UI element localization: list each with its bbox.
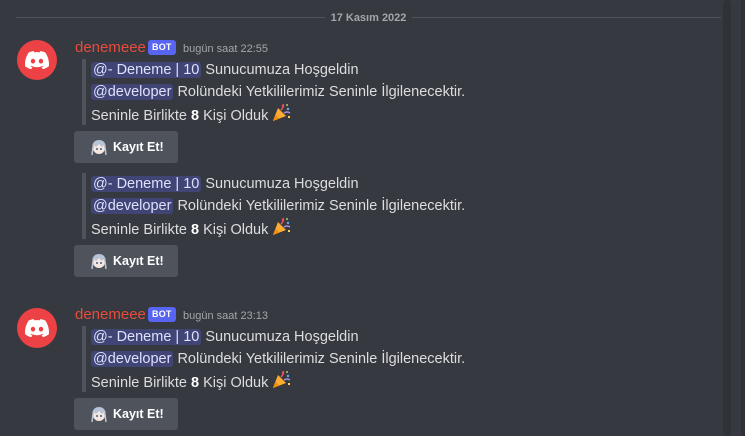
- message-timestamp: bugün saat 22:55: [183, 43, 269, 55]
- embed: @- Deneme | 10 Sunucumuza Hoşgeldin @dev…: [82, 59, 502, 125]
- bot-tag: BOT: [148, 40, 176, 55]
- avatar[interactable]: [17, 308, 57, 348]
- role-mention[interactable]: @developer: [91, 351, 174, 367]
- anime-girl-emoji-icon: [91, 254, 107, 270]
- embed-text: Rolündeki Yetkililerimiz Seninle İlgilen…: [177, 198, 466, 214]
- party-popper-icon: [273, 370, 291, 388]
- embed-text: Sunucumuza Hoşgeldin: [205, 62, 359, 78]
- discord-logo-icon: [25, 319, 49, 337]
- anime-girl-emoji-icon: [91, 140, 107, 156]
- username[interactable]: denemeee: [75, 306, 146, 324]
- button-label: Kayıt Et!: [113, 254, 164, 268]
- party-popper-icon: [273, 103, 291, 121]
- embed-line: @developer Rolündeki Yetkililerimiz Seni…: [91, 195, 502, 217]
- embed-line: @- Deneme | 10 Sunucumuza Hoşgeldin: [91, 326, 502, 348]
- chat-area: 17 Kasım 2022 denemeee BOT bugün saat 22…: [0, 0, 745, 436]
- member-count: 8: [190, 222, 200, 238]
- username[interactable]: denemeee: [75, 39, 146, 57]
- button-label: Kayıt Et!: [113, 407, 164, 421]
- role-mention[interactable]: @- Deneme | 10: [91, 329, 202, 345]
- discord-logo-icon: [25, 51, 49, 69]
- embed-text: Kişi Olduk: [203, 108, 269, 124]
- party-popper-icon: [273, 217, 291, 235]
- message-timestamp: bugün saat 23:13: [183, 310, 269, 322]
- register-button[interactable]: Kayıt Et!: [74, 131, 178, 163]
- register-button[interactable]: Kayıt Et!: [74, 398, 178, 430]
- date-divider-label: 17 Kasım 2022: [324, 10, 413, 26]
- embed-text: Kişi Olduk: [203, 375, 269, 391]
- embed-text: Seninle Birlikte: [91, 222, 187, 238]
- embed-line: @developer Rolündeki Yetkililerimiz Seni…: [91, 348, 502, 370]
- embed-line: Seninle Birlikte 8 Kişi Olduk: [91, 370, 502, 392]
- embed: @- Deneme | 10 Sunucumuza Hoşgeldin @dev…: [82, 173, 502, 239]
- embed-line: @developer Rolündeki Yetkililerimiz Seni…: [91, 81, 502, 103]
- member-count: 8: [190, 108, 200, 124]
- embed: @- Deneme | 10 Sunucumuza Hoşgeldin @dev…: [82, 326, 502, 392]
- role-mention[interactable]: @- Deneme | 10: [91, 176, 202, 192]
- embed-line: Seninle Birlikte 8 Kişi Olduk: [91, 103, 502, 125]
- role-mention[interactable]: @- Deneme | 10: [91, 62, 202, 78]
- date-divider: 17 Kasım 2022: [16, 10, 721, 26]
- role-mention[interactable]: @developer: [91, 198, 174, 214]
- anime-girl-emoji-icon: [91, 407, 107, 423]
- button-label: Kayıt Et!: [113, 140, 164, 154]
- member-count: 8: [190, 375, 200, 391]
- embed-text: Rolündeki Yetkililerimiz Seninle İlgilen…: [177, 351, 466, 367]
- embed-text: Sunucumuza Hoşgeldin: [205, 329, 359, 345]
- embed-text: Kişi Olduk: [203, 222, 269, 238]
- register-button[interactable]: Kayıt Et!: [74, 245, 178, 277]
- scrollbar-edge: [741, 0, 745, 436]
- embed-line: @- Deneme | 10 Sunucumuza Hoşgeldin: [91, 173, 502, 195]
- embed-text: Seninle Birlikte: [91, 108, 187, 124]
- embed-text: Seninle Birlikte: [91, 375, 187, 391]
- bot-tag: BOT: [148, 307, 176, 322]
- avatar[interactable]: [17, 40, 57, 80]
- embed-text: Rolündeki Yetkililerimiz Seninle İlgilen…: [177, 84, 466, 100]
- role-mention[interactable]: @developer: [91, 84, 174, 100]
- embed-text: Sunucumuza Hoşgeldin: [205, 176, 359, 192]
- embed-line: Seninle Birlikte 8 Kişi Olduk: [91, 217, 502, 239]
- embed-line: @- Deneme | 10 Sunucumuza Hoşgeldin: [91, 59, 502, 81]
- scrollbar[interactable]: [723, 0, 731, 436]
